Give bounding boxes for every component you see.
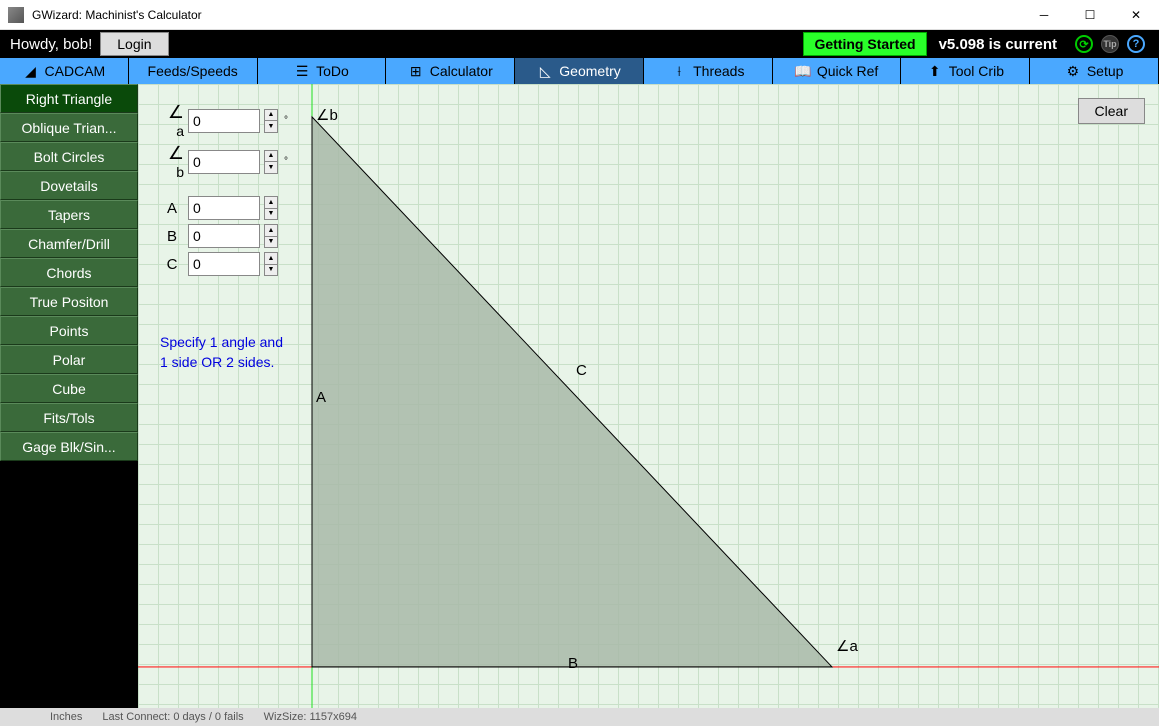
sidebar-item-true-position[interactable]: True Positon <box>0 287 138 316</box>
side-a-spinner[interactable]: ▲▼ <box>264 196 278 220</box>
hint-text: Specify 1 angle and 1 side OR 2 sides. <box>160 332 283 372</box>
tab-todo[interactable]: ☰ToDo <box>258 58 387 84</box>
angle-a-label: ∠a <box>160 102 184 139</box>
sidebar-item-tapers[interactable]: Tapers <box>0 200 138 229</box>
side-c-spinner[interactable]: ▲▼ <box>264 252 278 276</box>
header-bar: Howdy, bob! Login Getting Started v5.098… <box>0 30 1159 58</box>
status-bar: Inches Last Connect: 0 days / 0 fails Wi… <box>0 708 1159 726</box>
maximize-button[interactable]: ☐ <box>1067 0 1113 30</box>
angle-icon: ∠ <box>168 102 184 122</box>
main-tabs: ◢CADCAM Feeds/Speeds ☰ToDo ⊞Calculator ◺… <box>0 58 1159 84</box>
sidebar: Right Triangle Oblique Trian... Bolt Cir… <box>0 84 138 708</box>
side-c-row: C ▲▼ <box>160 252 288 276</box>
getting-started-button[interactable]: Getting Started <box>803 32 926 56</box>
angle-a-spinner[interactable]: ▲▼ <box>264 109 278 133</box>
toolcrib-icon: ⬆ <box>927 63 943 79</box>
degree-symbol: ° <box>284 115 288 126</box>
tab-feedsspeeds[interactable]: Feeds/Speeds <box>129 58 258 84</box>
gear-icon: ⚙ <box>1065 63 1081 79</box>
spinner-down-icon[interactable]: ▼ <box>265 121 277 132</box>
side-c-label: C <box>160 256 184 273</box>
sidebar-item-right-triangle[interactable]: Right Triangle <box>0 84 138 113</box>
angle-b-spinner[interactable]: ▲▼ <box>264 150 278 174</box>
diagram-side-c: C <box>576 362 587 379</box>
angle-a-input[interactable] <box>188 109 260 133</box>
spinner-up-icon[interactable]: ▲ <box>265 253 277 265</box>
refresh-icon[interactable]: ⟳ <box>1075 35 1093 53</box>
status-units: Inches <box>50 711 82 723</box>
inputs-panel: ∠a ▲▼ ° ∠b ▲▼ ° A ▲▼ B ▲▼ <box>160 102 288 280</box>
spinner-up-icon[interactable]: ▲ <box>265 110 277 122</box>
angle-b-input[interactable] <box>188 150 260 174</box>
quickref-icon: 📖 <box>795 63 811 79</box>
titlebar: GWizard: Machinist's Calculator ─ ☐ ✕ <box>0 0 1159 30</box>
spinner-up-icon[interactable]: ▲ <box>265 197 277 209</box>
spinner-up-icon[interactable]: ▲ <box>265 225 277 237</box>
sidebar-item-chords[interactable]: Chords <box>0 258 138 287</box>
geometry-icon: ◺ <box>537 63 553 79</box>
diagram-side-a: A <box>316 389 326 406</box>
sidebar-item-gage-blk[interactable]: Gage Blk/Sin... <box>0 432 138 461</box>
help-icon[interactable]: ? <box>1127 35 1145 53</box>
tab-setup[interactable]: ⚙Setup <box>1030 58 1159 84</box>
side-b-input[interactable] <box>188 224 260 248</box>
sidebar-item-polar[interactable]: Polar <box>0 345 138 374</box>
sidebar-item-cube[interactable]: Cube <box>0 374 138 403</box>
canvas-area: ∠a ▲▼ ° ∠b ▲▼ ° A ▲▼ B ▲▼ <box>138 84 1159 708</box>
tab-geometry[interactable]: ◺Geometry <box>515 58 644 84</box>
spinner-down-icon[interactable]: ▼ <box>265 237 277 248</box>
angle-icon: ∠ <box>168 143 184 163</box>
sidebar-item-dovetails[interactable]: Dovetails <box>0 171 138 200</box>
angle-b-label: ∠b <box>160 143 184 180</box>
angle-b-row: ∠b ▲▼ ° <box>160 143 288 180</box>
spinner-down-icon[interactable]: ▼ <box>265 162 277 173</box>
side-b-label: B <box>160 228 184 245</box>
diagram-angle-a: ∠a <box>836 637 858 655</box>
side-a-label: A <box>160 200 184 217</box>
window-controls: ─ ☐ ✕ <box>1021 0 1159 30</box>
diagram-angle-b: ∠b <box>316 106 338 124</box>
spinner-down-icon[interactable]: ▼ <box>265 265 277 276</box>
status-wizsize: WizSize: 1157x694 <box>264 711 357 723</box>
spinner-up-icon[interactable]: ▲ <box>265 151 277 163</box>
side-a-input[interactable] <box>188 196 260 220</box>
tab-calculator[interactable]: ⊞Calculator <box>386 58 515 84</box>
tab-cadcam[interactable]: ◢CADCAM <box>0 58 129 84</box>
app-icon <box>8 7 24 23</box>
window-title: GWizard: Machinist's Calculator <box>32 8 1021 22</box>
clear-button[interactable]: Clear <box>1078 98 1145 124</box>
angle-a-row: ∠a ▲▼ ° <box>160 102 288 139</box>
workspace: Right Triangle Oblique Trian... Bolt Cir… <box>0 84 1159 708</box>
tab-toolcrib[interactable]: ⬆Tool Crib <box>901 58 1030 84</box>
greeting-text: Howdy, bob! <box>10 36 92 53</box>
minimize-button[interactable]: ─ <box>1021 0 1067 30</box>
status-lastconnect: Last Connect: 0 days / 0 fails <box>102 711 243 723</box>
degree-symbol: ° <box>284 156 288 167</box>
login-button[interactable]: Login <box>100 32 168 56</box>
side-b-row: B ▲▼ <box>160 224 288 248</box>
threads-icon: ⟊ <box>671 63 687 79</box>
cadcam-icon: ◢ <box>23 63 39 79</box>
spinner-down-icon[interactable]: ▼ <box>265 209 277 220</box>
diagram-side-b: B <box>568 655 578 672</box>
side-a-row: A ▲▼ <box>160 196 288 220</box>
tip-icon[interactable]: Tip <box>1101 35 1119 53</box>
version-text: v5.098 is current <box>939 36 1057 53</box>
todo-icon: ☰ <box>294 63 310 79</box>
close-button[interactable]: ✕ <box>1113 0 1159 30</box>
sidebar-item-oblique-triangle[interactable]: Oblique Trian... <box>0 113 138 142</box>
sidebar-item-chamfer-drill[interactable]: Chamfer/Drill <box>0 229 138 258</box>
sidebar-item-bolt-circles[interactable]: Bolt Circles <box>0 142 138 171</box>
sidebar-item-fits-tols[interactable]: Fits/Tols <box>0 403 138 432</box>
side-c-input[interactable] <box>188 252 260 276</box>
calculator-icon: ⊞ <box>408 63 424 79</box>
triangle-diagram <box>138 84 1159 708</box>
tab-threads[interactable]: ⟊Threads <box>644 58 773 84</box>
tab-quickref[interactable]: 📖Quick Ref <box>773 58 902 84</box>
sidebar-item-points[interactable]: Points <box>0 316 138 345</box>
side-b-spinner[interactable]: ▲▼ <box>264 224 278 248</box>
